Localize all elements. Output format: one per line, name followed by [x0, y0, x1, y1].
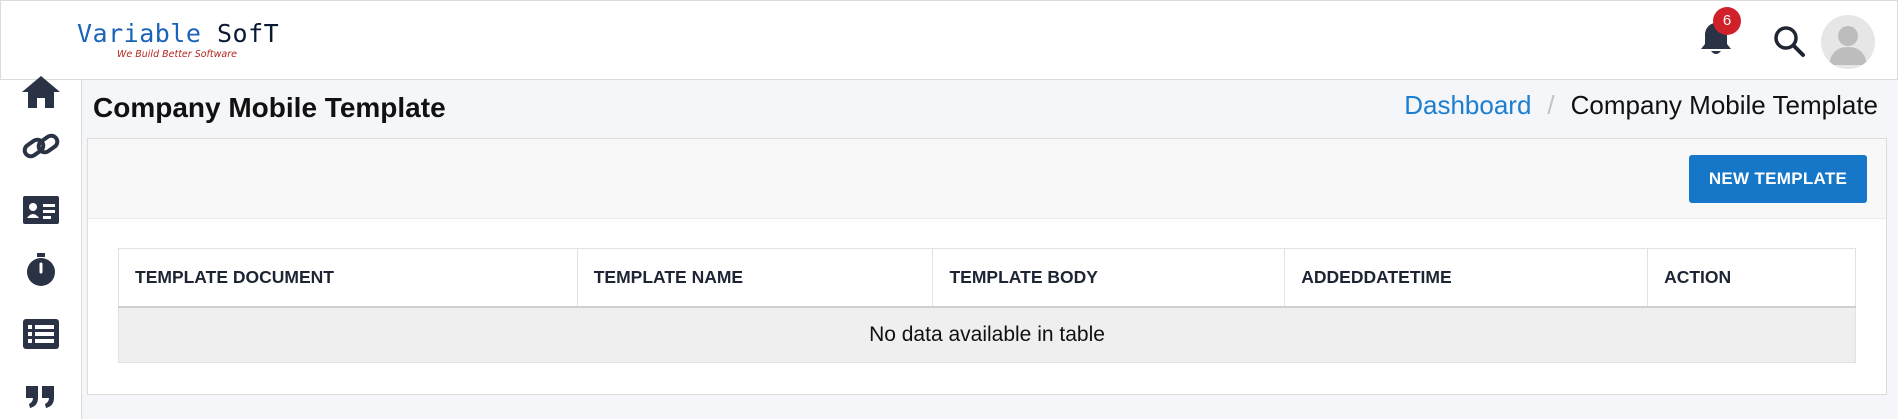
table-row: No data available in table — [118, 306, 1856, 363]
breadcrumb-separator: / — [1547, 90, 1555, 120]
user-placeholder-icon — [1829, 26, 1867, 65]
template-card: NEW TEMPLATE TEMPLATE DOCUMENT TEMPLATE … — [87, 138, 1887, 395]
id-card-icon[interactable] — [20, 192, 62, 228]
new-template-button[interactable]: NEW TEMPLATE — [1689, 155, 1867, 203]
breadcrumb: Dashboard / Company Mobile Template — [1404, 90, 1878, 121]
breadcrumb-dashboard-link[interactable]: Dashboard — [1404, 90, 1531, 120]
brand-name-part2: SofT — [216, 19, 280, 48]
sidebar — [0, 76, 82, 419]
list-icon[interactable] — [20, 316, 62, 352]
card-header: NEW TEMPLATE — [88, 139, 1886, 219]
quote-icon[interactable] — [20, 378, 62, 414]
column-template-body[interactable]: TEMPLATE BODY — [932, 248, 1286, 308]
brand-tagline: We Build Better Software — [117, 49, 237, 60]
top-navbar: Variable SofT We Build Better Software 6 — [0, 0, 1898, 80]
column-template-name[interactable]: TEMPLATE NAME — [576, 248, 934, 308]
home-icon[interactable] — [20, 74, 62, 110]
column-addeddatetime[interactable]: ADDEDDATETIME — [1284, 248, 1649, 308]
table-header-row: TEMPLATE DOCUMENT TEMPLATE NAME TEMPLATE… — [118, 248, 1856, 308]
search-icon[interactable] — [1771, 23, 1807, 59]
breadcrumb-current: Company Mobile Template — [1570, 90, 1878, 120]
column-action[interactable]: ACTION — [1647, 248, 1856, 308]
templates-table: TEMPLATE DOCUMENT TEMPLATE NAME TEMPLATE… — [118, 248, 1856, 363]
stopwatch-icon[interactable] — [20, 252, 62, 288]
brand-logo[interactable]: Variable SofT We Build Better Software — [77, 19, 279, 63]
notification-badge: 6 — [1713, 7, 1741, 35]
empty-table-message: No data available in table — [118, 306, 1856, 363]
user-avatar[interactable] — [1821, 15, 1875, 69]
page-title: Company Mobile Template — [93, 92, 446, 123]
link-icon[interactable] — [20, 128, 62, 164]
column-template-document[interactable]: TEMPLATE DOCUMENT — [118, 248, 578, 308]
brand-name-part1: Variable — [77, 19, 217, 48]
brand-name: Variable SofT — [77, 19, 279, 48]
